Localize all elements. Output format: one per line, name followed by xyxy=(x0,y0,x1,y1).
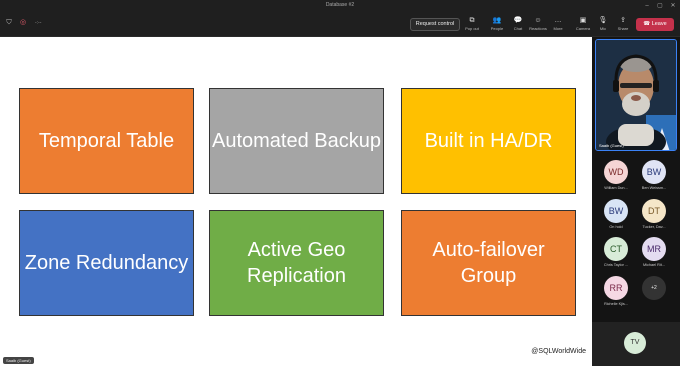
participants-panel: Saaib (Guest) WD William Dun... BW Ben W… xyxy=(592,37,680,366)
maximize-icon[interactable]: ▢ xyxy=(655,1,665,11)
participant-tile[interactable]: CT Chris Taylor ... xyxy=(596,237,636,277)
leave-button[interactable]: ☎ Leave xyxy=(636,18,674,31)
chat-icon: 💬 xyxy=(513,17,523,24)
share-icon: ⇪ xyxy=(620,17,626,24)
pop-out-icon: ⧉ xyxy=(469,17,475,24)
avatar: MR xyxy=(642,237,666,261)
participant-tile[interactable]: WD William Dun... xyxy=(596,160,636,200)
slide-tile-auto-failover-group: Auto-failover Group xyxy=(401,210,576,316)
camera-button[interactable]: ▣ Camera xyxy=(572,16,594,36)
mic-button[interactable]: 🎙 Mic xyxy=(592,16,614,36)
phone-icon: ☎ xyxy=(643,21,652,27)
window-title: Database #2 xyxy=(325,2,355,8)
slide-tile-temporal-table: Temporal Table xyxy=(19,88,194,194)
people-button[interactable]: 👥 People xyxy=(486,16,508,36)
avatar: CT xyxy=(604,237,628,261)
shared-screen: Temporal Table Automated Backup Built in… xyxy=(0,37,592,366)
video-name-tag: Saaib (Guest) xyxy=(599,143,624,148)
self-view[interactable]: TV xyxy=(592,322,680,366)
participant-name: William Dun... xyxy=(604,186,628,190)
avatar: BW xyxy=(604,199,628,223)
participant-name: Chris Taylor ... xyxy=(603,263,629,267)
participant-name: Richelle Kjis... xyxy=(604,302,628,306)
participant-name: Ben Weissm... xyxy=(641,186,667,190)
slide-watermark: @SQLWorldWide xyxy=(531,348,586,355)
avatar: DT xyxy=(642,199,666,223)
participant-name: Tucker, Dav... xyxy=(642,225,666,229)
meeting-timer: -:-- xyxy=(35,20,42,26)
participant-tile[interactable]: DT Tucker, Dav... xyxy=(634,199,674,239)
record-icon[interactable]: ◎ xyxy=(19,19,27,27)
title-bar: Database #2 – ▢ ✕ xyxy=(0,0,680,12)
more-participants-count: +2 xyxy=(642,276,666,300)
reactions-icon: ☺ xyxy=(534,17,542,24)
more-button[interactable]: … More xyxy=(547,16,569,36)
camera-icon: ▣ xyxy=(579,17,587,24)
participant-tile[interactable]: BW On hold xyxy=(596,199,636,239)
slide-tile-automated-backup: Automated Backup xyxy=(209,88,384,194)
more-participants-button[interactable]: +2 xyxy=(634,276,674,316)
meeting-toolbar: ⛉ ◎ -:-- Request control ⧉ Pop out 👥 Peo… xyxy=(0,12,680,37)
more-icon: … xyxy=(554,17,562,24)
pop-out-button[interactable]: ⧉ Pop out xyxy=(461,16,483,36)
avatar: WD xyxy=(604,160,628,184)
presenter-video[interactable]: Saaib (Guest) xyxy=(595,39,677,151)
participant-tile[interactable]: BW Ben Weissm... xyxy=(634,160,674,200)
chat-button[interactable]: 💬 Chat xyxy=(507,16,529,36)
reactions-button[interactable]: ☺ Reactions xyxy=(527,16,549,36)
self-avatar: TV xyxy=(624,332,646,354)
people-icon: 👥 xyxy=(492,17,502,24)
slide-tile-active-geo-replication: Active Geo Replication xyxy=(209,210,384,316)
participant-tile[interactable]: MR Michael Rit... xyxy=(634,237,674,277)
participant-name: Michael Rit... xyxy=(643,263,665,267)
minimize-icon[interactable]: – xyxy=(642,1,652,11)
share-button[interactable]: ⇪ Share xyxy=(612,16,634,36)
participant-tile[interactable]: RR Richelle Kjis... xyxy=(596,276,636,316)
presenter-portrait xyxy=(596,40,676,150)
slide-tile-zone-redundancy: Zone Redundancy xyxy=(19,210,194,316)
close-icon[interactable]: ✕ xyxy=(668,1,678,11)
presenter-name-tag: Saaib (Guest) xyxy=(3,357,34,364)
shield-icon[interactable]: ⛉ xyxy=(5,19,13,27)
mic-icon: 🎙 xyxy=(598,17,608,24)
avatar: RR xyxy=(604,276,628,300)
slide-tile-built-in-ha-dr: Built in HA/DR xyxy=(401,88,576,194)
avatar: BW xyxy=(642,160,666,184)
request-control-button[interactable]: Request control xyxy=(410,18,460,31)
participant-name: On hold xyxy=(609,225,623,229)
